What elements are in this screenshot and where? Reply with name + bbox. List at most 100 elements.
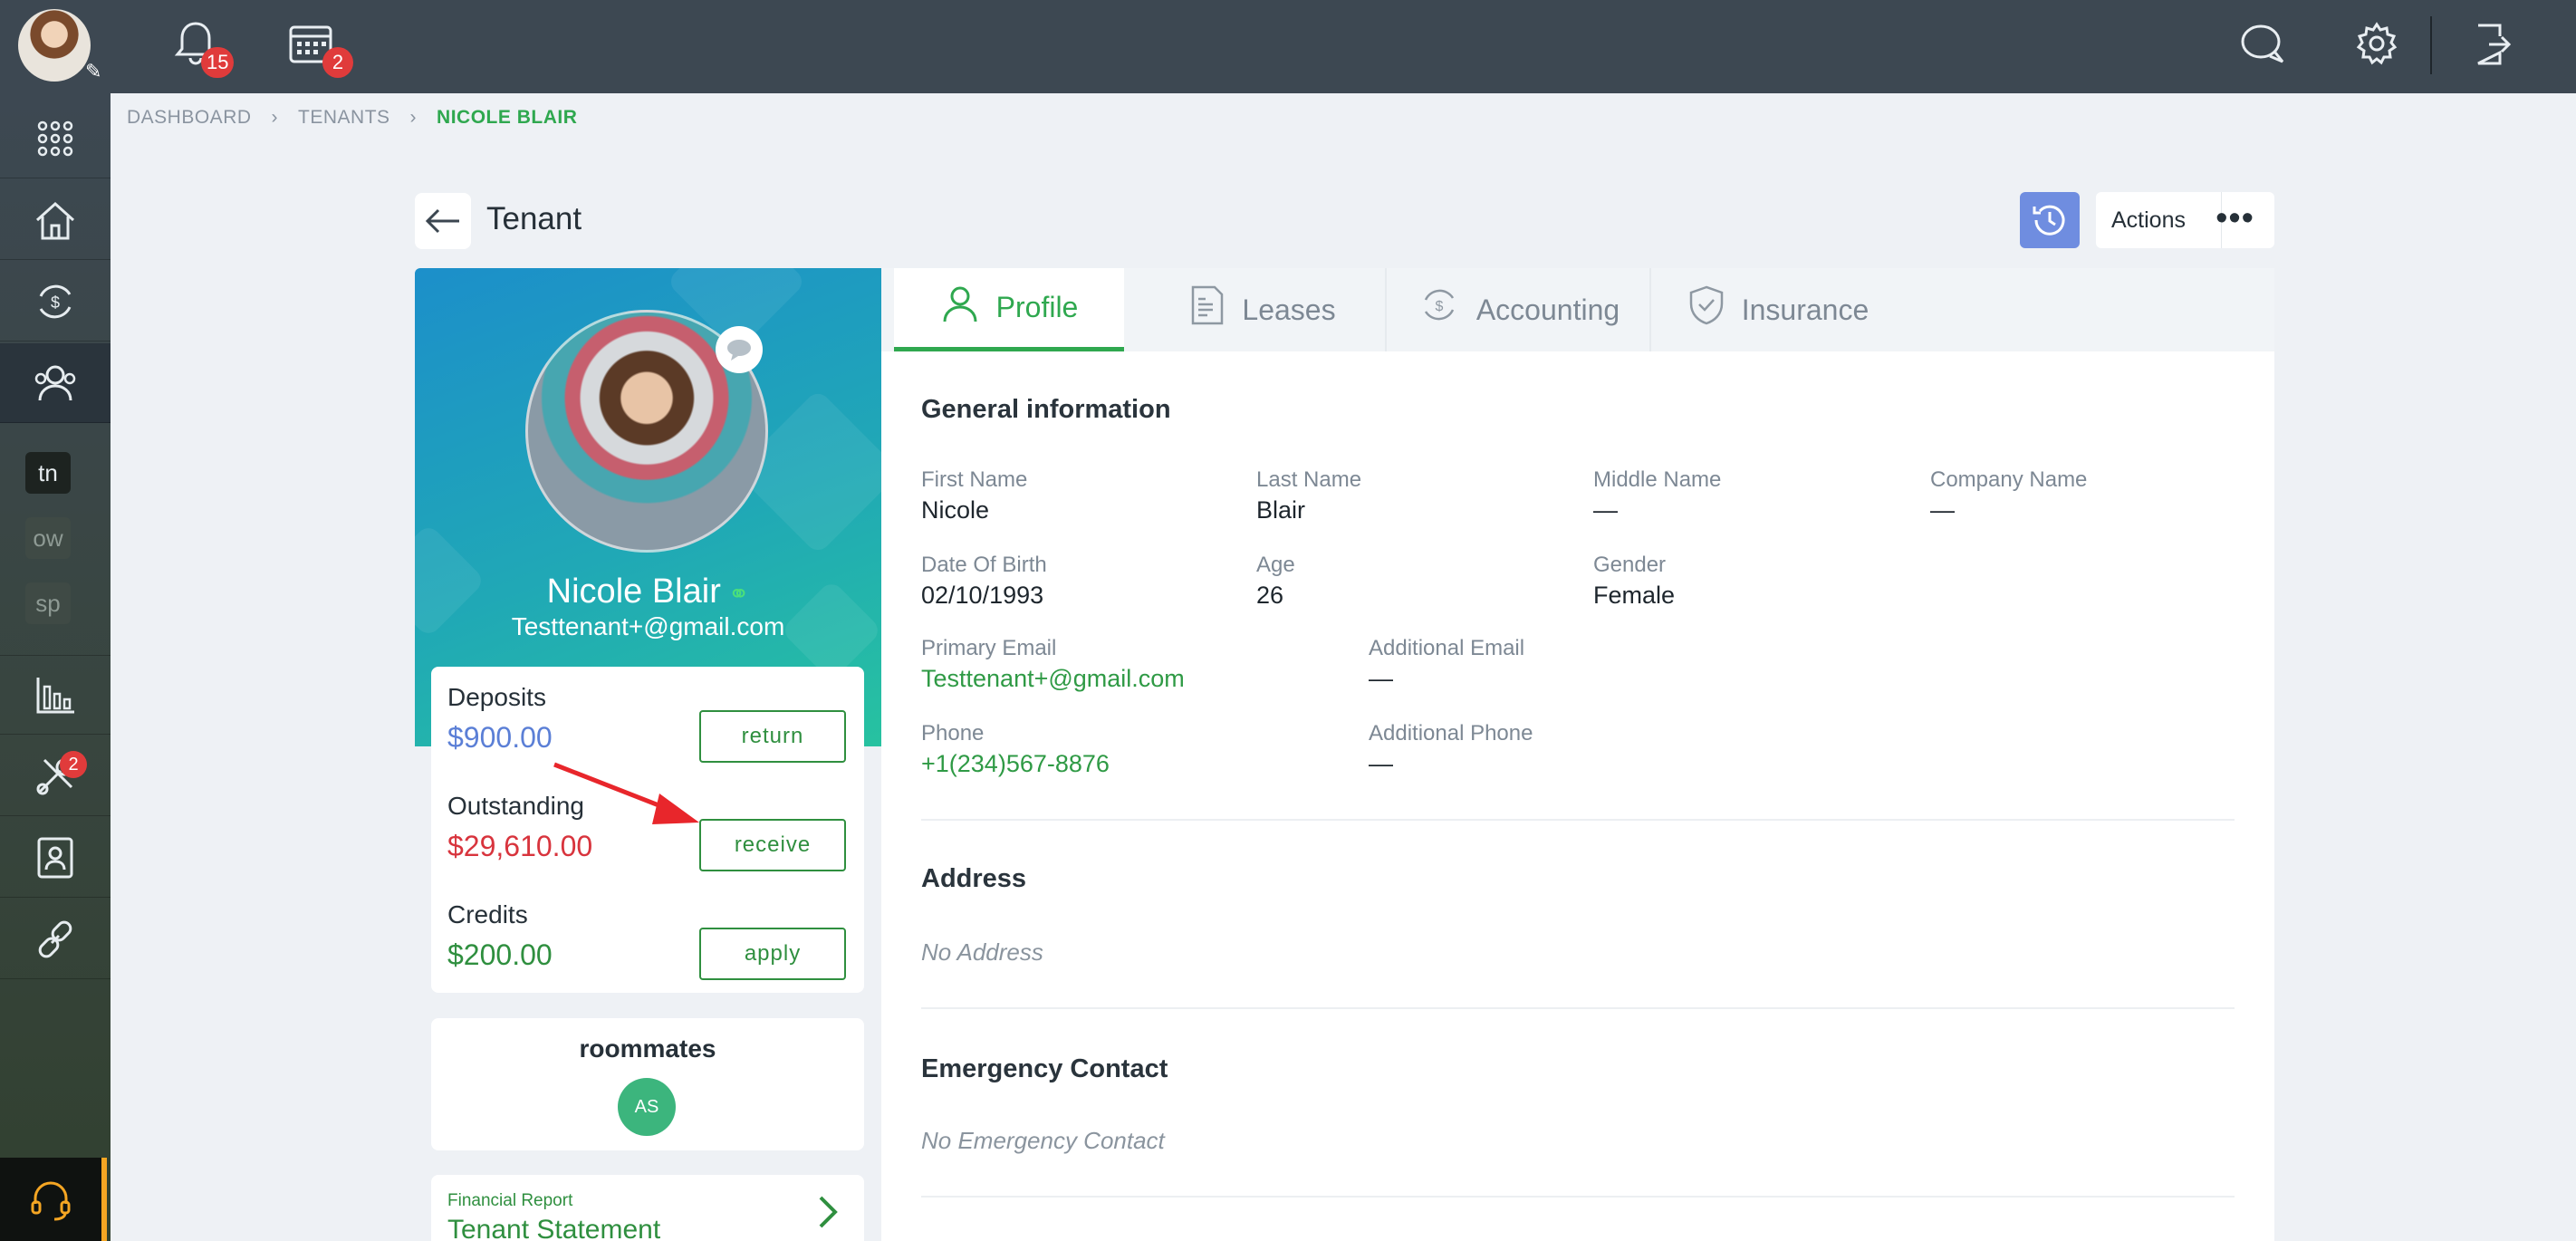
tab-profile[interactable]: Profile: [894, 268, 1124, 351]
middle-name-value: —: [1593, 496, 1618, 524]
tab-leases[interactable]: Leases: [1140, 268, 1387, 351]
tenant-name: Nicole Blair: [546, 572, 721, 611]
middle-name-label: Middle Name: [1593, 467, 1722, 492]
user-icon: [940, 284, 980, 332]
last-name-label: Last Name: [1256, 467, 1362, 492]
section-divider: [921, 1196, 2235, 1198]
emergency-contact-empty: No Emergency Contact: [921, 1127, 1165, 1154]
logout-icon[interactable]: [2473, 22, 2513, 74]
gear-icon-svg: [2356, 22, 2398, 65]
additional-email-value: —: [1369, 665, 1393, 692]
tenant-name-row: Nicole Blair ⚭: [415, 572, 881, 611]
breadcrumb: DASHBOARD › TENANTS › NICOLE BLAIR: [127, 107, 577, 129]
chevron-right-icon: [815, 1191, 842, 1240]
credits-row: Credits $200.00 apply: [447, 900, 846, 982]
apply-credit-button[interactable]: apply: [699, 928, 846, 980]
bar-chart-icon: [36, 678, 74, 714]
chat-icon-svg: [2241, 24, 2284, 63]
sidebar: $ tn ow sp 2: [0, 93, 111, 1241]
back-button[interactable]: [415, 193, 471, 249]
user-icon-svg: [943, 286, 977, 322]
section-divider: [921, 1007, 2235, 1009]
financial-report-title: Tenant Statement: [447, 1215, 661, 1241]
general-info-title: General information: [921, 395, 1171, 424]
gender-value: Female: [1593, 582, 1676, 609]
company-name-label: Company Name: [1930, 467, 2088, 492]
last-name-value: Blair: [1256, 496, 1306, 524]
history-clock-icon: [2033, 205, 2065, 236]
maintenance-badge: 2: [60, 751, 87, 778]
logout-icon-svg: [2477, 24, 2512, 65]
tab-accounting-label: Accounting: [1475, 293, 1620, 326]
deposits-label: Deposits: [447, 683, 546, 711]
sidebar-chip-ow[interactable]: ow: [25, 517, 71, 559]
speech-bubble-svg: [727, 340, 751, 361]
first-name-value: Nicole: [921, 496, 990, 524]
sidebar-chip-tn[interactable]: tn: [25, 452, 71, 494]
return-deposit-button[interactable]: return: [699, 710, 846, 763]
money-cycle-icon: $: [1418, 284, 1460, 335]
sidebar-contacts-icon[interactable]: [0, 818, 111, 898]
sidebar-maintenance-icon[interactable]: [0, 736, 111, 816]
tab-accounting[interactable]: $ Accounting: [1389, 268, 1651, 351]
tab-insurance[interactable]: Insurance: [1653, 268, 1903, 351]
tenant-detail-panel: Profile Leases $ Accounting Insurance Ge…: [881, 268, 2274, 1241]
additional-email-label: Additional Email: [1369, 636, 1525, 660]
sidebar-reports-icon[interactable]: [0, 655, 111, 735]
pin-icon[interactable]: ✎: [85, 60, 101, 83]
chevron-right-icon: ›: [409, 107, 418, 128]
sidebar-apps-icon[interactable]: [0, 99, 111, 178]
roommate-avatar[interactable]: AS: [618, 1078, 676, 1136]
tab-insurance-label: Insurance: [1741, 293, 1870, 326]
svg-text:$: $: [1435, 299, 1443, 314]
roommates-title: roommates: [579, 1034, 716, 1063]
actions-button[interactable]: Actions •••: [2096, 192, 2274, 248]
gender-label: Gender: [1593, 553, 1667, 577]
chat-icon[interactable]: [2239, 22, 2286, 74]
support-headset-icon[interactable]: [0, 1158, 107, 1241]
document-icon-svg: [1192, 285, 1224, 325]
linked-account-icon[interactable]: ⚭: [728, 580, 749, 608]
age-label: Age: [1256, 553, 1295, 577]
link-icon: [38, 920, 72, 957]
tab-bar: Profile Leases $ Accounting Insurance: [881, 268, 2274, 351]
sidebar-integrations-icon[interactable]: [0, 899, 111, 979]
breadcrumb-tenants[interactable]: TENANTS: [298, 107, 390, 129]
house-icon: [35, 201, 75, 239]
roommates-card: roommates AS: [431, 1018, 864, 1150]
phone-link[interactable]: +1(234)567-8876: [921, 750, 1110, 778]
svg-text:$: $: [51, 293, 60, 312]
calendar-badge: 2: [322, 47, 353, 78]
message-bubble-icon[interactable]: [716, 326, 763, 373]
dob-value: 02/10/1993: [921, 582, 1044, 609]
credits-label: Credits: [447, 900, 528, 928]
top-bar: [0, 0, 2576, 93]
headset-icon-svg: [31, 1181, 71, 1221]
deposits-row: Deposits $900.00 return: [447, 683, 846, 765]
chevron-svg: [819, 1196, 838, 1228]
company-name-value: —: [1930, 496, 1955, 524]
financial-report-link[interactable]: Financial Report Tenant Statement: [431, 1175, 864, 1241]
actions-label: Actions: [2111, 207, 2186, 233]
primary-email-link[interactable]: Testtenant+@gmail.com: [921, 665, 1185, 693]
receive-payment-button[interactable]: receive: [699, 819, 846, 871]
sidebar-chip-sp[interactable]: sp: [25, 582, 71, 624]
tenant-email: Testtenant+@gmail.com: [511, 612, 785, 640]
additional-phone-label: Additional Phone: [1369, 721, 1533, 746]
more-dots-icon[interactable]: •••: [2216, 199, 2254, 238]
money-cycle-svg: $: [1424, 289, 1454, 321]
page-title: Tenant: [486, 201, 582, 236]
user-avatar[interactable]: [18, 9, 91, 82]
address-empty: No Address: [921, 938, 1043, 966]
contact-card-icon: [37, 837, 73, 878]
shield-icon-svg: [1689, 285, 1723, 325]
apps-grid-icon: [37, 120, 73, 156]
sidebar-people-icon[interactable]: [0, 343, 111, 423]
sidebar-accounting-icon[interactable]: $: [0, 262, 111, 342]
breadcrumb-dashboard[interactable]: DASHBOARD: [127, 107, 252, 129]
history-button[interactable]: [2020, 192, 2080, 248]
sidebar-properties-icon[interactable]: [0, 180, 111, 260]
settings-gear-icon[interactable]: [2355, 22, 2398, 72]
address-title: Address: [921, 864, 1027, 893]
additional-phone-value: —: [1369, 750, 1393, 777]
